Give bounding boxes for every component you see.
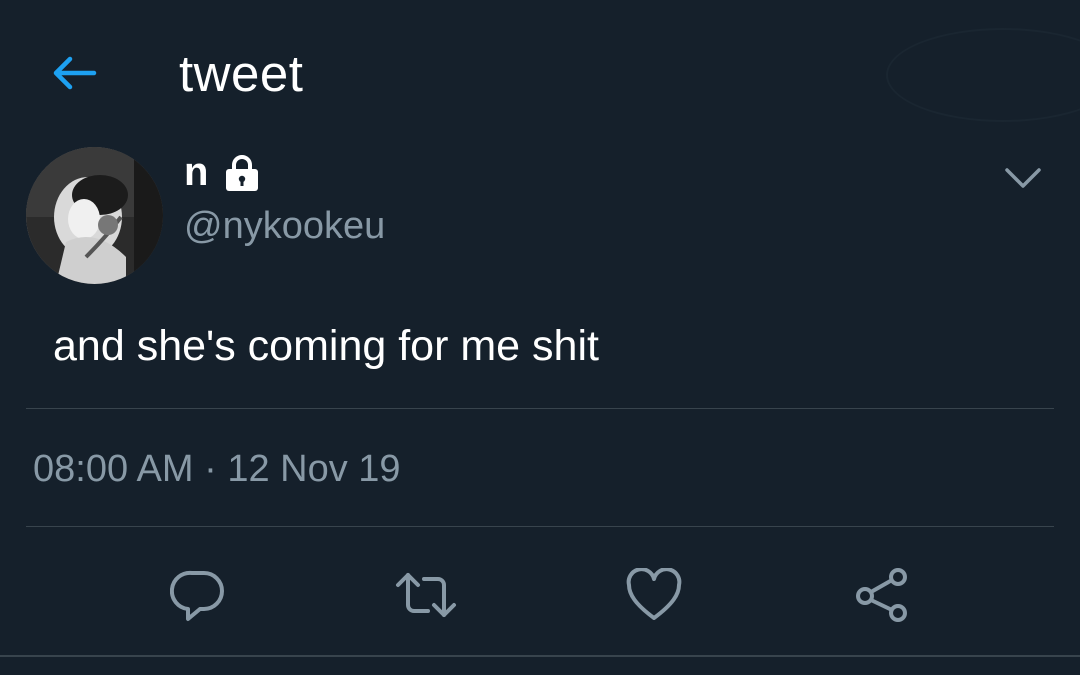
divider xyxy=(26,408,1054,409)
tweet-timestamp: 08:00 AM · 12 Nov 19 xyxy=(33,448,401,491)
reply-icon xyxy=(170,570,224,621)
tweet-text: and she's coming for me shit xyxy=(53,322,599,370)
avatar-photo xyxy=(26,147,163,284)
action-bar xyxy=(0,560,1080,630)
divider xyxy=(26,526,1054,527)
back-button[interactable] xyxy=(44,48,104,98)
author-name[interactable]: n xyxy=(184,150,208,195)
arrow-left-icon xyxy=(53,56,97,90)
chevron-down-icon xyxy=(1005,168,1041,188)
page-title: tweet xyxy=(179,45,304,102)
share-button[interactable] xyxy=(847,560,917,630)
header-decoration xyxy=(886,28,1080,122)
top-bar: tweet xyxy=(0,0,1080,140)
tweet-time: 08:00 AM xyxy=(33,448,194,490)
bottom-divider xyxy=(0,655,1080,657)
retweet-button[interactable] xyxy=(391,560,461,630)
like-button[interactable] xyxy=(619,560,689,630)
share-icon xyxy=(856,568,907,622)
retweet-icon xyxy=(396,573,456,617)
tweet-date: 12 Nov 19 xyxy=(227,448,401,490)
tweet-detail-screen: tweet n @nykookeu and she's coming for m… xyxy=(0,0,1080,675)
author-handle[interactable]: @nykookeu xyxy=(184,205,385,248)
heart-icon xyxy=(626,568,682,620)
author-name-row: n xyxy=(184,150,262,195)
meta-separator: · xyxy=(204,448,217,490)
lock-icon xyxy=(226,154,259,191)
reply-button[interactable] xyxy=(163,560,233,630)
avatar[interactable] xyxy=(26,147,163,284)
tweet-menu-button[interactable] xyxy=(998,158,1048,198)
